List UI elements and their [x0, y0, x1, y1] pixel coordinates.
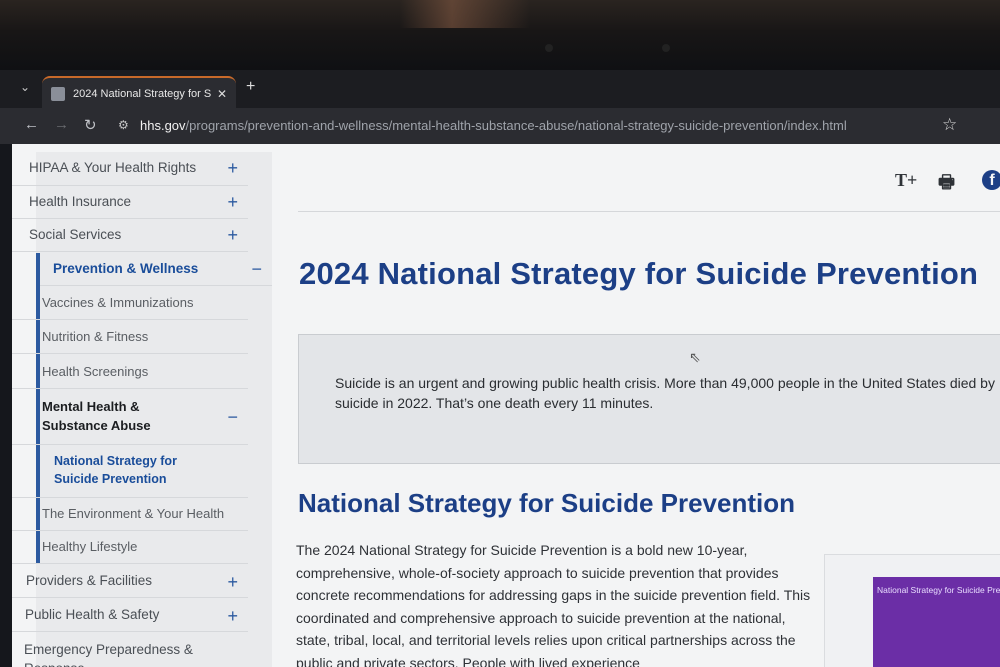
favicon-icon: [51, 87, 65, 101]
body-paragraph: The 2024 National Strategy for Suicide P…: [296, 542, 811, 667]
bezel-glare: [400, 0, 530, 28]
sensor-dot: [662, 44, 670, 52]
text-size-icon[interactable]: T+: [895, 170, 917, 191]
address-bar: ← → ↻ ⚙ hhs.gov/programs/prevention-and-…: [0, 108, 1000, 144]
sidebar-item-label: Social Services: [29, 227, 122, 242]
print-icon[interactable]: 🖶: [938, 170, 955, 200]
close-icon[interactable]: ✕: [217, 87, 227, 101]
web-page: HIPAA & Your Health Rights + Health Insu…: [12, 144, 1000, 667]
expand-plus-icon[interactable]: +: [227, 226, 238, 244]
collapse-minus-icon[interactable]: −: [251, 260, 262, 278]
sidebar-item-emergency[interactable]: Emergency Preparedness & Response: [12, 632, 248, 667]
tab-title: 2024 National Strategy for Suic: [73, 88, 211, 100]
sidebar-item-label: Healthy Lifestyle: [42, 539, 138, 554]
sidebar-item-public-health[interactable]: Public Health & Safety +: [12, 598, 248, 632]
mouse-cursor-icon: ⇖: [689, 349, 701, 365]
sidebar-item-providers[interactable]: Providers & Facilities +: [12, 564, 248, 598]
sidebar-item-prevention-wellness[interactable]: Prevention & Wellness −: [40, 253, 272, 286]
url-field[interactable]: hhs.gov/programs/prevention-and-wellness…: [140, 118, 847, 133]
url-path: /programs/prevention-and-wellness/mental…: [185, 118, 847, 133]
expand-plus-icon[interactable]: +: [227, 193, 238, 211]
sidebar-item-label: Emergency Preparedness & Response: [24, 642, 193, 667]
divider: [298, 211, 1000, 212]
browser-tab[interactable]: 2024 National Strategy for Suic ✕: [42, 76, 236, 110]
sidebar-item-label: Providers & Facilities: [26, 573, 153, 588]
sidebar-item-label: National Strategy for Suicide Prevention: [54, 454, 177, 486]
section-heading: National Strategy for Suicide Prevention: [298, 488, 795, 518]
sidebar-item-nutrition[interactable]: Nutrition & Fitness: [12, 320, 248, 354]
monitor-bezel: [0, 0, 1000, 70]
tab-bar: ⌄ 2024 National Strategy for Suic ✕ +: [0, 70, 1000, 110]
sidebar-item-label: HIPAA & Your Health Rights: [29, 160, 197, 175]
reload-icon[interactable]: ↻: [84, 116, 97, 134]
forward-arrow-icon[interactable]: →: [54, 116, 69, 133]
sidebar-item-label: Health Insurance: [29, 194, 132, 209]
url-domain: hhs.gov: [140, 118, 186, 133]
sidebar-item-label: Mental Health & Substance Abuse: [42, 399, 151, 433]
expand-plus-icon[interactable]: +: [227, 159, 238, 177]
new-tab-button[interactable]: +: [246, 78, 255, 96]
sidebar-item-social-services[interactable]: Social Services +: [12, 219, 248, 252]
sidebar-item-health-insurance[interactable]: Health Insurance +: [12, 186, 248, 219]
collapse-minus-icon[interactable]: −: [227, 408, 238, 426]
back-arrow-icon[interactable]: ←: [24, 116, 39, 133]
sidebar-item-label: Health Screenings: [42, 364, 149, 379]
sidebar-item-label: Prevention & Wellness: [53, 261, 199, 276]
sidebar-item-label: Vaccines & Immunizations: [42, 295, 194, 310]
sidebar-item-label: Public Health & Safety: [25, 607, 160, 622]
report-cover: National Strategy for Suicide Prevention: [873, 577, 1000, 667]
callout-text: Suicide is an urgent and growing public …: [335, 375, 995, 411]
report-cover-title: National Strategy for Suicide Prevention: [877, 585, 1000, 595]
sidebar-item-vaccines[interactable]: Vaccines & Immunizations: [12, 286, 248, 320]
camera-dot: [545, 44, 553, 52]
page-title: 2024 National Strategy for Suicide Preve…: [299, 256, 979, 291]
callout-box: Suicide is an urgent and growing public …: [298, 334, 1000, 464]
sidebar-item-label: Nutrition & Fitness: [42, 329, 149, 344]
report-thumbnail[interactable]: National Strategy for Suicide Prevention: [824, 554, 1000, 667]
expand-plus-icon[interactable]: +: [227, 607, 238, 625]
tab-search-chevron-icon[interactable]: ⌄: [20, 80, 30, 94]
facebook-icon[interactable]: f: [982, 170, 1000, 190]
site-settings-icon[interactable]: ⚙: [118, 118, 129, 132]
sidebar-item-mental-health[interactable]: Mental Health & Substance Abuse −: [12, 389, 248, 445]
sidebar-item-label: The Environment & Your Health: [42, 506, 225, 521]
expand-plus-icon[interactable]: +: [227, 573, 238, 591]
bookmark-star-icon[interactable]: ☆: [942, 115, 957, 135]
sidebar-item-hipaa[interactable]: HIPAA & Your Health Rights +: [12, 152, 248, 186]
sidebar-item-healthy-lifestyle[interactable]: Healthy Lifestyle: [12, 531, 248, 564]
sidebar-item-screenings[interactable]: Health Screenings: [12, 354, 248, 389]
sidebar-item-environment[interactable]: The Environment & Your Health: [12, 498, 248, 531]
sidebar-item-national-strategy[interactable]: National Strategy for Suicide Prevention: [12, 445, 248, 498]
